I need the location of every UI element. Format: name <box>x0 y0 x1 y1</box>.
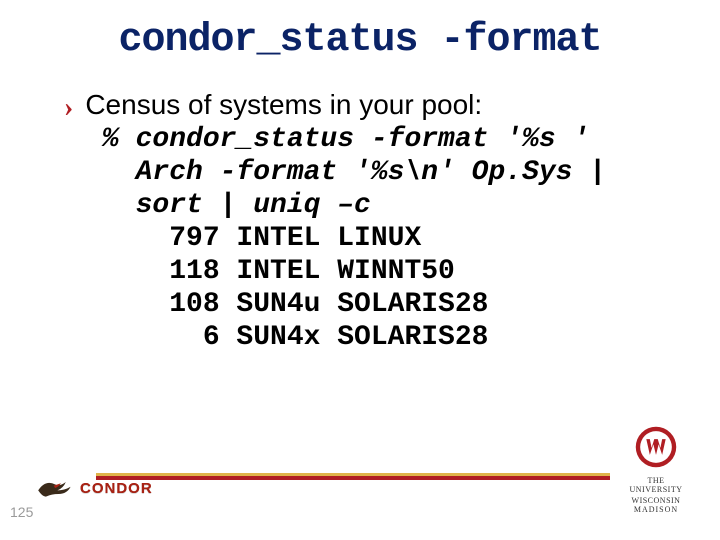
wisconsin-logo: THE UNIVERSITY WISCONSIN MADISON <box>620 425 692 514</box>
slide-body: › Census of systems in your pool: % cond… <box>40 89 680 354</box>
command-line: Arch -format '%s\n' Op.Sys | <box>102 156 680 189</box>
bullet-item: › Census of systems in your pool: <box>64 89 680 121</box>
chevron-right-icon: › <box>64 94 73 122</box>
output-line: 6 SUN4x SOLARIS28 <box>102 321 680 354</box>
page-number: 125 <box>10 504 33 520</box>
divider-red <box>96 476 610 480</box>
command-line: sort | uniq –c <box>102 189 680 222</box>
command-line: % condor_status -format '%s ' <box>102 123 680 156</box>
footer: CONDOR THE UNIVERSITY WISCONSIN MADISON … <box>0 460 720 524</box>
divider-bar <box>96 473 610 480</box>
output-line: 118 INTEL WINNT50 <box>102 255 680 288</box>
uw-line2: WISCONSIN <box>620 496 692 505</box>
slide: condor_status -format › Census of system… <box>0 0 720 540</box>
crest-icon <box>634 425 678 469</box>
eagle-icon <box>36 476 74 500</box>
slide-title: condor_status -format <box>40 18 680 63</box>
output-line: 108 SUN4u SOLARIS28 <box>102 288 680 321</box>
code-block: % condor_status -format '%s ' Arch -form… <box>64 123 680 354</box>
uw-sub: MADISON <box>620 505 692 514</box>
uw-line1: THE UNIVERSITY <box>620 476 692 494</box>
bullet-text: Census of systems in your pool: <box>85 89 482 121</box>
output-line: 797 INTEL LINUX <box>102 222 680 255</box>
condor-logo: CONDOR <box>36 476 153 500</box>
condor-brand-text: CONDOR <box>80 480 153 497</box>
